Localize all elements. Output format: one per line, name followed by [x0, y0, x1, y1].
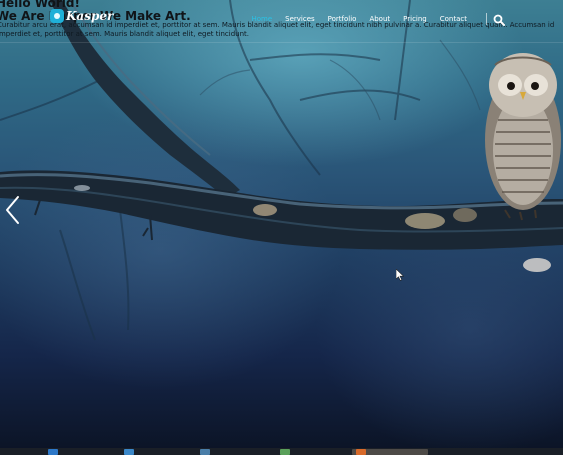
nav-item-home[interactable]: Home — [251, 15, 272, 23]
nav-separator — [486, 13, 487, 25]
main-nav: Home Services Portfolio About Pricing Co… — [251, 15, 467, 23]
taskbar-app-icon[interactable] — [48, 449, 58, 455]
nav-item-portfolio[interactable]: Portfolio — [328, 15, 357, 23]
kasper-logo-icon — [50, 9, 64, 23]
slider-prev-button[interactable] — [3, 195, 21, 225]
nav-item-services[interactable]: Services — [285, 15, 315, 23]
header-divider — [0, 42, 563, 43]
site-logo[interactable]: Kasper — [50, 9, 113, 23]
taskbar-app-icon[interactable] — [124, 449, 134, 455]
os-taskbar — [0, 448, 563, 455]
hero-background: Hello World! We Are Kasper We Make Art. … — [0, 0, 563, 455]
hero-paragraph: Curabitur arcu erat, accumsan id imperdi… — [0, 21, 555, 38]
search-button[interactable] — [493, 13, 505, 26]
taskbar-app-icon[interactable] — [356, 449, 366, 455]
nav-item-pricing[interactable]: Pricing — [403, 15, 427, 23]
forest-scene — [0, 0, 563, 341]
logo-text: Kasper — [66, 9, 114, 23]
mouse-cursor-icon — [395, 268, 405, 281]
search-icon — [493, 14, 505, 26]
taskbar-app-icon[interactable] — [200, 449, 210, 455]
chevron-left-icon — [6, 196, 19, 224]
nav-item-contact[interactable]: Contact — [440, 15, 467, 23]
taskbar-app-icon[interactable] — [280, 449, 290, 455]
nav-item-about[interactable]: About — [369, 15, 390, 23]
